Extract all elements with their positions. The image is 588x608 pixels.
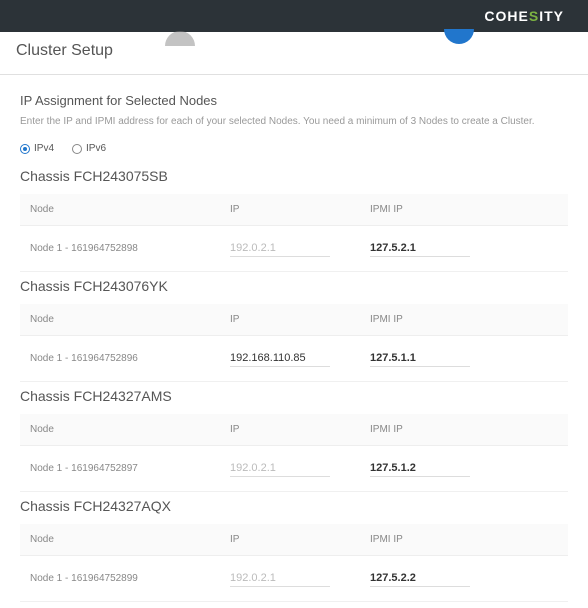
section-title: IP Assignment for Selected Nodes: [20, 93, 568, 108]
table-header: NodeIPIPMI IP: [20, 524, 568, 556]
node-label: Node 1 - 161964752896: [30, 353, 230, 364]
column-ipmi: IPMI IP: [370, 204, 558, 215]
column-node: Node: [30, 534, 230, 545]
ipmi-cell: [370, 350, 558, 367]
ip-input[interactable]: [230, 240, 330, 257]
column-ip: IP: [230, 314, 370, 325]
content-area: IP Assignment for Selected Nodes Enter t…: [0, 75, 588, 602]
ipv4-label: IPv4: [34, 143, 54, 154]
ipmi-input[interactable]: [370, 350, 470, 367]
ip-input[interactable]: [230, 460, 330, 477]
column-node: Node: [30, 314, 230, 325]
ip-version-toggle: IPv4 IPv6: [20, 143, 568, 154]
chassis-block: Chassis FCH243075SB NodeIPIPMI IP Node 1 -…: [20, 168, 568, 272]
ipmi-cell: [370, 570, 558, 587]
ip-cell: [230, 570, 370, 587]
chassis-title: Chassis FCH24327AQX: [20, 498, 568, 514]
chassis-title: Chassis FCH24327AMS: [20, 388, 568, 404]
page-title-bar: Cluster Setup: [0, 32, 588, 75]
radio-icon: [72, 144, 82, 154]
chassis-block: Chassis FCH24327AMS NodeIPIPMI IP Node 1 -…: [20, 388, 568, 492]
column-node: Node: [30, 204, 230, 215]
column-ip: IP: [230, 424, 370, 435]
ipmi-input[interactable]: [370, 570, 470, 587]
table-row: Node 1 - 161964752899: [20, 556, 568, 602]
node-label: Node 1 - 161964752898: [30, 243, 230, 254]
ipv4-option[interactable]: IPv4: [20, 143, 54, 154]
column-node: Node: [30, 424, 230, 435]
ipv6-option[interactable]: IPv6: [72, 143, 106, 154]
table-row: Node 1 - 161964752897: [20, 446, 568, 492]
ipv6-label: IPv6: [86, 143, 106, 154]
ip-cell: [230, 460, 370, 477]
chassis-block: Chassis FCH243076YK NodeIPIPMI IP Node 1 -…: [20, 278, 568, 382]
column-ipmi: IPMI IP: [370, 314, 558, 325]
table-row: Node 1 - 161964752896: [20, 336, 568, 382]
node-label: Node 1 - 161964752897: [30, 463, 230, 474]
ip-input[interactable]: [230, 570, 330, 587]
column-ipmi: IPMI IP: [370, 534, 558, 545]
ipmi-cell: [370, 460, 558, 477]
ipmi-input[interactable]: [370, 240, 470, 257]
column-ipmi: IPMI IP: [370, 424, 558, 435]
ip-input[interactable]: [230, 350, 330, 367]
column-ip: IP: [230, 204, 370, 215]
ip-cell: [230, 350, 370, 367]
chassis-block: Chassis FCH24327AQX NodeIPIPMI IP Node 1 -…: [20, 498, 568, 602]
node-label: Node 1 - 161964752899: [30, 573, 230, 584]
ip-cell: [230, 240, 370, 257]
table-row: Node 1 - 161964752898: [20, 226, 568, 272]
chassis-title: Chassis FCH243076YK: [20, 278, 568, 294]
brand-logo: COHESITY: [484, 8, 564, 24]
table-header: NodeIPIPMI IP: [20, 414, 568, 446]
radio-icon: [20, 144, 30, 154]
column-ip: IP: [230, 534, 370, 545]
top-bar: COHESITY: [0, 0, 588, 32]
table-header: NodeIPIPMI IP: [20, 304, 568, 336]
page-title: Cluster Setup: [16, 42, 572, 60]
section-description: Enter the IP and IPMI address for each o…: [20, 116, 568, 127]
ipmi-input[interactable]: [370, 460, 470, 477]
ipmi-cell: [370, 240, 558, 257]
chassis-title: Chassis FCH243075SB: [20, 168, 568, 184]
table-header: NodeIPIPMI IP: [20, 194, 568, 226]
